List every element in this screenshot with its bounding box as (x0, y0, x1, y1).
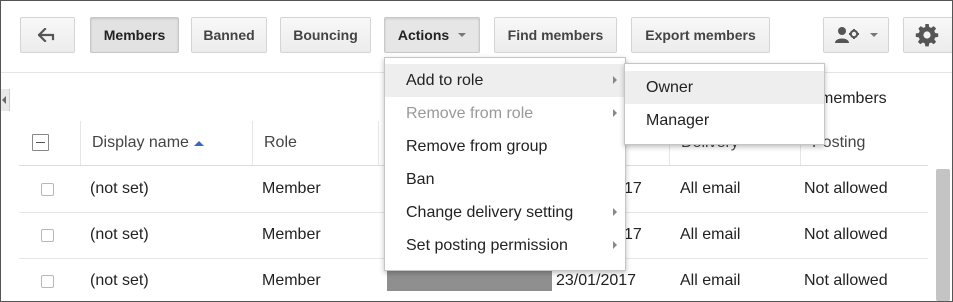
actions-label: Actions (397, 27, 450, 43)
submenu-item-owner[interactable]: Owner (625, 71, 824, 104)
row-posting: Not allowed (804, 226, 888, 243)
gear-icon (915, 24, 939, 47)
menu-item-set-posting-permission[interactable]: Set posting permission (385, 229, 625, 262)
banned-tab-button[interactable]: Banned (191, 17, 267, 53)
menu-item-label: Change delivery setting (406, 204, 574, 221)
row-display-name[interactable]: (not set) (90, 225, 149, 245)
row-display-name[interactable]: (not set) (90, 271, 149, 291)
select-all-checkbox[interactable] (32, 134, 49, 151)
menu-item-label: Remove from group (406, 138, 548, 155)
menu-item-add-to-role[interactable]: Add to role (385, 64, 625, 97)
menu-item-change-delivery-setting[interactable]: Change delivery setting (385, 196, 625, 229)
column-separator (80, 121, 81, 165)
column-separator (378, 121, 379, 165)
menu-item-label: Ban (406, 171, 435, 188)
find-members-button[interactable]: Find members (494, 17, 617, 53)
row-role: Member (262, 180, 321, 197)
submenu-arrow-icon (613, 208, 617, 216)
row-role: Member (262, 272, 321, 289)
menu-item-remove-from-role[interactable]: Remove from role (385, 97, 625, 130)
row-posting: Not allowed (804, 180, 888, 197)
row-delivery: All email (680, 272, 741, 289)
actions-dropdown-button[interactable]: Actions (384, 17, 480, 53)
redacted-email (387, 271, 552, 291)
menu-item-label: Owner (646, 79, 694, 96)
menu-item-label: Set posting permission (406, 237, 568, 254)
submenu-arrow-icon (613, 76, 617, 84)
members-tab-button[interactable]: Members (90, 17, 179, 53)
chevron-down-icon (458, 33, 467, 37)
row-delivery: All email (680, 180, 741, 197)
row-checkbox[interactable] (41, 229, 54, 242)
row-joined-date: 23/01/2017 (556, 272, 637, 289)
row-joined-date: 17 (624, 226, 642, 243)
row-delivery: All email (680, 226, 741, 243)
bouncing-tab-button[interactable]: Bouncing (280, 17, 371, 53)
menu-item-label: Manager (646, 112, 710, 129)
role-submenu: Owner Manager (624, 63, 825, 145)
sort-ascending-icon (193, 140, 204, 146)
row-checkbox[interactable] (41, 183, 54, 196)
menu-item-label: Add to role (406, 72, 484, 89)
row-checkbox[interactable] (41, 275, 54, 288)
add-member-dropdown-button[interactable] (823, 17, 889, 53)
back-button[interactable] (20, 17, 75, 53)
member-count-label: members (820, 90, 887, 107)
menu-item-ban[interactable]: Ban (385, 163, 625, 196)
person-add-icon (834, 27, 859, 43)
row-joined-date: 17 (624, 180, 642, 197)
column-separator (252, 121, 253, 165)
arrow-left-icon (37, 28, 54, 42)
submenu-arrow-icon (613, 241, 617, 249)
column-header-label: Display name (92, 134, 189, 151)
settings-button[interactable] (903, 17, 952, 53)
export-members-button[interactable]: Export members (631, 17, 770, 53)
menu-item-label: Remove from role (406, 105, 534, 122)
column-header-display-name[interactable]: Display name (92, 121, 204, 165)
column-header-label: Role (264, 134, 297, 151)
submenu-item-manager[interactable]: Manager (625, 104, 824, 137)
menu-item-remove-from-group[interactable]: Remove from group (385, 130, 625, 163)
column-header-role[interactable]: Role (264, 121, 297, 165)
group-members-page: Members Banned Bouncing Actions Find mem… (0, 0, 953, 302)
collapse-panel-handle[interactable] (1, 89, 10, 111)
row-posting: Not allowed (804, 272, 888, 289)
row-role: Member (262, 226, 321, 243)
vertical-scrollbar[interactable] (936, 169, 950, 301)
actions-menu: Add to role Remove from role Remove from… (384, 57, 626, 271)
submenu-arrow-icon (613, 109, 617, 117)
chevron-down-icon (869, 33, 878, 37)
row-display-name[interactable]: (not set) (90, 179, 149, 199)
